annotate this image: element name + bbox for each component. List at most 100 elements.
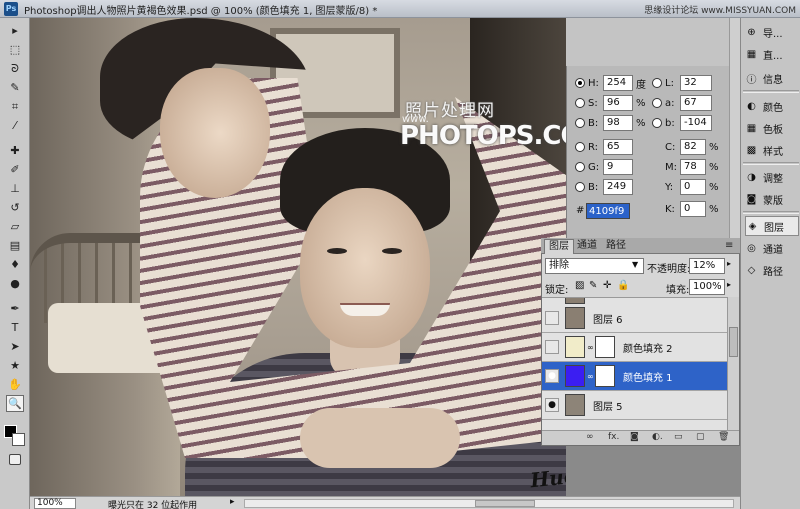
quick-mask-icon[interactable] — [9, 454, 21, 465]
eye-icon[interactable]: ● — [545, 369, 559, 383]
lock-pixels-icon[interactable]: ✎ — [589, 280, 597, 291]
picker-field-0[interactable]: H: 254 度 — [575, 75, 646, 91]
pen-tool-icon[interactable]: ✒ — [6, 300, 24, 317]
lab-field-value[interactable]: 32 — [680, 75, 712, 91]
healing-brush-tool-icon[interactable]: ✚ — [6, 142, 24, 159]
blur-tool-icon[interactable]: ♦ — [6, 256, 24, 273]
cmyk-field-value[interactable]: 82 — [680, 139, 706, 155]
dock-info[interactable]: ⓘ 信息 — [745, 68, 799, 88]
brush-tool-icon[interactable]: ✐ — [6, 161, 24, 178]
layer-list-scrollbar[interactable] — [727, 297, 739, 430]
fx-icon[interactable]: fx. — [608, 432, 619, 442]
layer-row[interactable]: ● 图层 5 — [542, 391, 727, 420]
status-menu-arrow-icon[interactable]: ▸ — [230, 497, 235, 507]
layer-name[interactable]: 颜色填充 1 — [623, 369, 673, 384]
quick-select-tool-icon[interactable]: ✎ — [6, 79, 24, 96]
eye-hidden-icon[interactable] — [545, 311, 559, 325]
dock-paths[interactable]: ◇ 路径 — [745, 260, 799, 280]
picker-field-value[interactable]: 96 — [603, 95, 633, 111]
layer-name[interactable]: 图层 5 — [593, 398, 623, 413]
horizontal-scrollbar-thumb[interactable] — [475, 500, 535, 507]
picker-field-value[interactable]: 254 — [603, 75, 633, 91]
picker-field-3[interactable]: R: 65 — [575, 139, 636, 155]
layer-row[interactable]: ● ∞ 颜色填充 1 — [542, 362, 727, 391]
dock-masks[interactable]: ◙ 蒙版 — [745, 189, 799, 209]
picker-field-value[interactable]: 98 — [603, 115, 633, 131]
cmyk-field-1[interactable]: M: 78% — [665, 159, 719, 175]
dodge-tool-icon[interactable]: ● — [6, 275, 24, 292]
radio-button-icon[interactable] — [575, 142, 585, 152]
cmyk-field-0[interactable]: C: 82% — [665, 139, 719, 155]
picker-field-value[interactable]: 65 — [603, 139, 633, 155]
radio-button-icon[interactable] — [652, 118, 662, 128]
lab-field-0[interactable]: L: 32 — [652, 75, 715, 91]
picker-field-5[interactable]: B: 249 — [575, 179, 636, 195]
opacity-input[interactable]: 12% — [689, 258, 725, 274]
picker-field-1[interactable]: S: 96% — [575, 95, 646, 111]
zoom-field[interactable]: 100% — [34, 498, 76, 509]
picker-field-value[interactable]: 9 — [603, 159, 633, 175]
dock-navigator[interactable]: ⊕ 导... — [745, 22, 799, 42]
zoom-tool-icon[interactable]: 🔍 — [6, 395, 24, 412]
layer-row[interactable]: 图层 6 — [542, 304, 727, 333]
cmyk-field-value[interactable]: 0 — [680, 201, 706, 217]
path-select-tool-icon[interactable]: ➤ — [6, 338, 24, 355]
radio-button-icon[interactable] — [652, 98, 662, 108]
cmyk-field-3[interactable]: K: 0% — [665, 201, 719, 217]
horizontal-scrollbar[interactable] — [244, 499, 734, 508]
link-layers-icon[interactable]: ∞ — [586, 432, 594, 442]
opacity-slider-arrow-icon[interactable]: ▸ — [727, 259, 731, 268]
new-group-icon[interactable]: ▭ — [674, 432, 683, 442]
shape-tool-icon[interactable]: ★ — [6, 357, 24, 374]
crop-tool-icon[interactable]: ⌗ — [6, 98, 24, 115]
hand-tool-icon[interactable]: ✋ — [6, 376, 24, 393]
cmyk-field-value[interactable]: 78 — [680, 159, 706, 175]
type-tool-icon[interactable]: T — [6, 319, 24, 336]
add-mask-icon[interactable]: ◙ — [630, 432, 639, 442]
layer-mask-thumbnail[interactable] — [595, 336, 615, 358]
radio-button-icon[interactable] — [575, 182, 585, 192]
radio-button-icon[interactable] — [575, 98, 585, 108]
panel-menu-icon[interactable]: ≡ — [721, 239, 737, 254]
marquee-tool-icon[interactable]: ⬚ — [6, 41, 24, 58]
eye-icon[interactable]: ● — [545, 398, 559, 412]
link-icon[interactable]: ∞ — [587, 343, 594, 352]
dock-histogram[interactable]: ▦ 直... — [745, 44, 799, 64]
background-color-swatch[interactable] — [12, 433, 25, 446]
lab-field-value[interactable]: -104 — [680, 115, 712, 131]
hex-input[interactable]: 4109f9 — [586, 203, 630, 219]
layer-mask-thumbnail[interactable] — [595, 365, 615, 387]
new-layer-icon[interactable]: ▢ — [696, 432, 705, 442]
gradient-tool-icon[interactable]: ▤ — [6, 237, 24, 254]
radio-button-icon[interactable] — [575, 78, 585, 88]
cmyk-field-value[interactable]: 0 — [680, 179, 706, 195]
tab-channels[interactable]: 通道 — [573, 239, 601, 254]
chevron-down-icon[interactable]: ▼ — [632, 260, 638, 269]
tab-layers[interactable]: 图层 — [544, 239, 574, 254]
dock-color[interactable]: ◐ 颜色 — [745, 96, 799, 116]
adjustment-layer-icon[interactable]: ◐. — [652, 432, 663, 442]
radio-button-icon[interactable] — [652, 78, 662, 88]
layer-name[interactable]: 图层 6 — [593, 311, 623, 326]
fill-slider-arrow-icon[interactable]: ▸ — [727, 280, 731, 289]
dock-channels[interactable]: ◎ 通道 — [745, 238, 799, 258]
picker-field-4[interactable]: G: 9 — [575, 159, 636, 175]
move-tool-icon[interactable]: ▸ — [6, 22, 24, 39]
dock-adjustments[interactable]: ◑ 调整 — [745, 167, 799, 187]
trash-icon[interactable]: 🗑 — [718, 432, 729, 442]
eraser-tool-icon[interactable]: ▱ — [6, 218, 24, 235]
lasso-tool-icon[interactable]: ᘐ — [6, 60, 24, 77]
picker-scrollbar[interactable] — [729, 18, 740, 238]
lock-position-icon[interactable]: ✛ — [603, 280, 611, 291]
radio-button-icon[interactable] — [575, 118, 585, 128]
layer-row[interactable]: ∞ 颜色填充 2 — [542, 333, 727, 362]
lock-all-icon[interactable]: 🔒 — [617, 280, 629, 291]
lab-field-2[interactable]: b: -104 — [652, 115, 715, 131]
lab-field-1[interactable]: a: 67 — [652, 95, 715, 111]
lock-transparency-icon[interactable]: ▨ — [575, 280, 584, 291]
eyedropper-tool-icon[interactable]: ⁄ — [6, 117, 24, 134]
dock-layers[interactable]: ◈ 图层 — [745, 216, 799, 236]
lab-field-value[interactable]: 67 — [680, 95, 712, 111]
picker-field-value[interactable]: 249 — [603, 179, 633, 195]
eye-hidden-icon[interactable] — [545, 340, 559, 354]
